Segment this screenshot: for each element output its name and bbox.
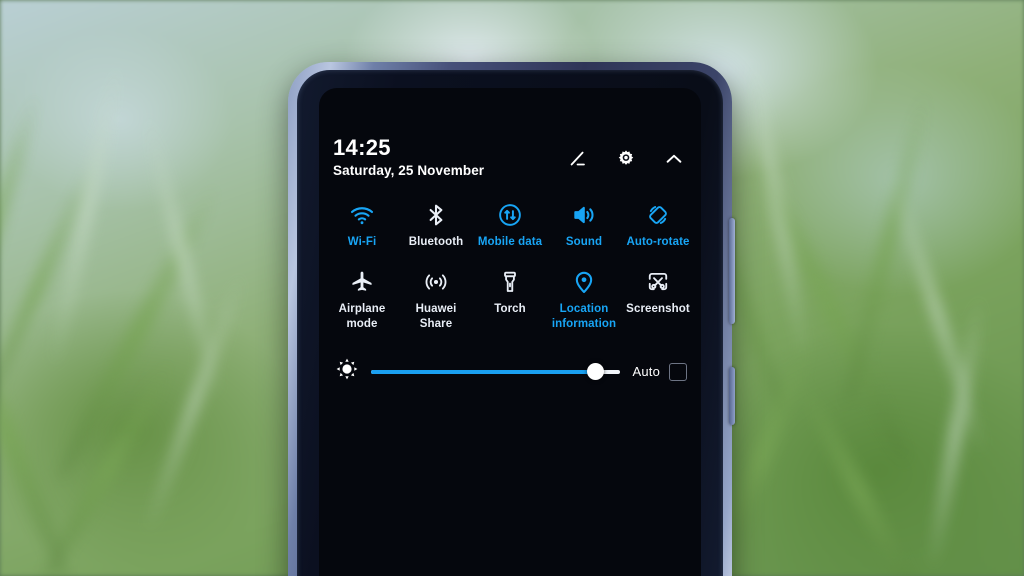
tile-row-2: Airplane mode Huawei Share Torch Locatio… bbox=[325, 265, 695, 331]
header-icon-group bbox=[567, 136, 685, 170]
settings-gear-icon[interactable] bbox=[615, 148, 637, 170]
clock-time: 14:25 bbox=[333, 135, 391, 160]
status-header: 14:25 Saturday, 25 November bbox=[319, 88, 701, 178]
tile-label-airplane-mode: Airplane mode bbox=[338, 303, 386, 330]
airplane-icon bbox=[349, 269, 375, 295]
bluetooth-icon bbox=[423, 202, 449, 228]
phone-device: 14:25 Saturday, 25 November Wi-Fi Blueto… bbox=[288, 62, 735, 576]
tile-huawei-share[interactable]: Huawei Share bbox=[399, 265, 473, 331]
tile-label-auto-rotate: Auto-rotate bbox=[626, 236, 690, 249]
tile-mobile-data[interactable]: Mobile data bbox=[473, 198, 547, 249]
quick-settings-shade: 14:25 Saturday, 25 November Wi-Fi Blueto… bbox=[319, 88, 701, 576]
sound-icon bbox=[571, 202, 597, 228]
auto-brightness-control[interactable]: Auto bbox=[632, 362, 687, 381]
tile-label-mobile-data: Mobile data bbox=[477, 236, 543, 249]
torch-icon bbox=[497, 269, 523, 295]
screenshot-icon bbox=[645, 269, 671, 295]
tile-label-sound: Sound bbox=[565, 236, 603, 249]
tile-wifi[interactable]: Wi-Fi bbox=[325, 198, 399, 249]
auto-brightness-checkbox[interactable] bbox=[669, 362, 687, 381]
phone-screen: 14:25 Saturday, 25 November Wi-Fi Blueto… bbox=[319, 88, 701, 576]
tile-label-huawei-share: Huawei Share bbox=[415, 303, 457, 330]
power-button[interactable] bbox=[729, 367, 735, 425]
brightness-sun-icon bbox=[335, 357, 359, 386]
tile-label-location-information: Location information bbox=[551, 303, 617, 330]
phone-bezel: 14:25 Saturday, 25 November Wi-Fi Blueto… bbox=[297, 70, 723, 576]
tile-location-information[interactable]: Location information bbox=[547, 265, 621, 331]
tile-label-wifi: Wi-Fi bbox=[347, 236, 377, 249]
tile-airplane-mode[interactable]: Airplane mode bbox=[325, 265, 399, 331]
chevron-up-icon[interactable] bbox=[663, 148, 685, 170]
wifi-icon bbox=[349, 202, 375, 228]
brightness-row: Auto bbox=[319, 331, 701, 386]
clock-block: 14:25 Saturday, 25 November bbox=[333, 136, 484, 178]
auto-brightness-label: Auto bbox=[632, 364, 660, 380]
tile-bluetooth[interactable]: Bluetooth bbox=[399, 198, 473, 249]
screenshot-root: 14:25 Saturday, 25 November Wi-Fi Blueto… bbox=[0, 0, 1024, 576]
mobile-data-icon bbox=[497, 202, 523, 228]
volume-rocker[interactable] bbox=[729, 218, 735, 324]
tile-label-bluetooth: Bluetooth bbox=[408, 236, 464, 249]
clock-date: Saturday, 25 November bbox=[333, 163, 485, 179]
huawei-share-icon bbox=[423, 269, 449, 295]
quick-settings-tiles: Wi-Fi Bluetooth Mobile data Sound Auto-r… bbox=[319, 198, 701, 331]
tile-label-screenshot: Screenshot bbox=[626, 303, 690, 316]
tile-label-torch: Torch bbox=[494, 303, 526, 316]
brightness-thumb[interactable] bbox=[587, 363, 604, 381]
tile-auto-rotate[interactable]: Auto-rotate bbox=[621, 198, 695, 249]
tile-torch[interactable]: Torch bbox=[473, 265, 547, 331]
tile-sound[interactable]: Sound bbox=[547, 198, 621, 249]
auto-rotate-icon bbox=[645, 202, 671, 228]
location-pin-icon bbox=[571, 269, 597, 295]
brightness-fill bbox=[371, 369, 596, 374]
edit-icon[interactable] bbox=[567, 148, 589, 170]
tile-screenshot[interactable]: Screenshot bbox=[621, 265, 695, 331]
tile-row-1: Wi-Fi Bluetooth Mobile data Sound Auto-r… bbox=[325, 198, 695, 249]
brightness-slider[interactable] bbox=[371, 363, 621, 381]
